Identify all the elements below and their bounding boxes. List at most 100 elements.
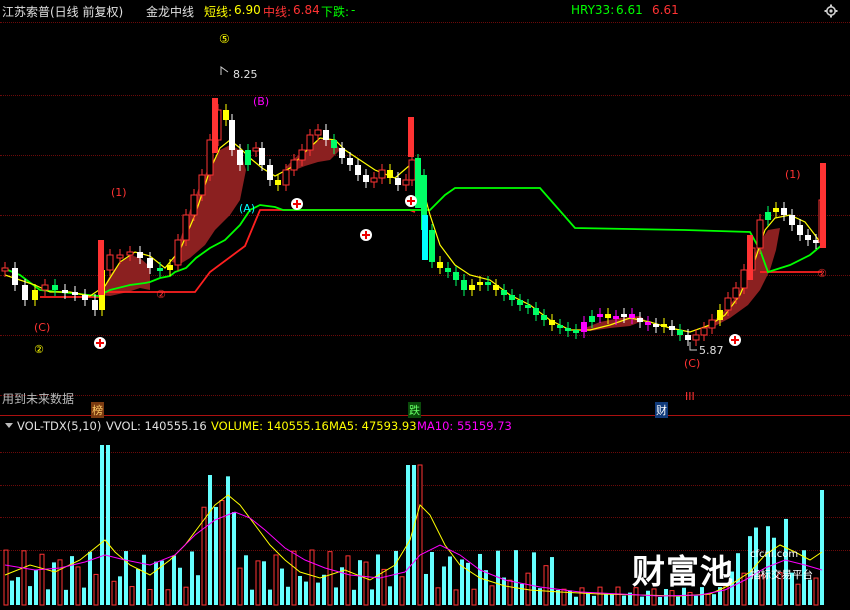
volume-bar (550, 557, 554, 605)
volume-bar (255, 560, 261, 606)
volume-bar (430, 551, 434, 605)
price-chart[interactable] (0, 0, 850, 610)
wave2-right-label: ② (817, 267, 827, 280)
volume-indicator-name[interactable]: VOL-TDX(5,10) (17, 419, 101, 433)
candle-body (820, 163, 826, 248)
volume-bar (489, 585, 495, 606)
candle-body (82, 295, 88, 300)
volume-bar (615, 586, 621, 606)
candle-body (525, 305, 531, 308)
volume-bar (232, 512, 236, 605)
tag-die[interactable]: 跌 (408, 402, 421, 418)
candle-body (298, 149, 306, 161)
watermark-brand: 财富池 (632, 552, 734, 591)
candle-body (245, 150, 251, 165)
candle-body (52, 285, 58, 290)
tag-bang[interactable]: 榜 (91, 402, 104, 418)
volume-bar (604, 594, 608, 605)
volume-bar (352, 589, 356, 605)
candle-body (469, 285, 475, 290)
volume-bar (622, 595, 626, 605)
candle-body (363, 175, 369, 182)
candle-body (805, 235, 811, 240)
future-data-warning: 用到未来数据 (2, 392, 75, 406)
volume-bar (291, 550, 297, 606)
candle-body (732, 287, 740, 299)
candle-body (477, 282, 483, 285)
wave1-right-label: (1) (785, 168, 801, 181)
candle-body (395, 178, 401, 185)
volume-bar (453, 589, 459, 606)
candle-body (147, 258, 153, 268)
candle-body (645, 322, 651, 325)
volume-bar (322, 574, 326, 605)
plus-marker (291, 198, 303, 210)
candle-body (541, 315, 547, 320)
high-price-label: 8.25 (233, 68, 258, 81)
wave2-mid-label: ② (156, 288, 166, 301)
candle-body (708, 319, 716, 329)
candle-body (314, 129, 322, 136)
volume-bar (561, 588, 567, 606)
volume-bar (262, 561, 266, 605)
volume-bar (363, 561, 369, 606)
volume-bar (64, 589, 68, 605)
wave2-left-label: ② (34, 343, 44, 356)
volume-bar (394, 550, 398, 605)
volume-bar (597, 586, 603, 606)
vvol-value: VVOL: 140555.16 (106, 419, 207, 433)
candle-body (237, 150, 243, 165)
volume-bar (147, 589, 153, 606)
candle-body (493, 285, 499, 290)
candle-body (797, 225, 803, 235)
candle-body (355, 165, 361, 175)
candle-body (453, 272, 459, 280)
volume-bar (532, 552, 536, 605)
volume-bar (16, 577, 20, 605)
volume-bar (172, 555, 176, 605)
watermark-subtitle: 指标交易平台 (750, 569, 813, 581)
volume-bar (520, 583, 524, 605)
volume-bar (502, 577, 506, 605)
volume-bar (412, 465, 416, 605)
volume-bar (442, 566, 446, 605)
candle-body (747, 235, 753, 280)
volume-bar (334, 587, 338, 605)
wave-c-left-label: (C) (34, 321, 51, 334)
volume-bar (28, 586, 32, 605)
volume-bar (376, 554, 380, 605)
ribbon-area (100, 138, 780, 331)
candle-body (557, 325, 563, 328)
candle-body (756, 219, 764, 249)
wave5-label: ⑤ (219, 32, 230, 46)
volume-bar (345, 555, 351, 606)
wave-a-label: (A) (239, 202, 256, 215)
candle-body (605, 314, 611, 318)
candle-body (259, 148, 265, 165)
volume-bar (304, 581, 308, 605)
volume-bar (309, 549, 315, 606)
wave1-left-label: (1) (111, 186, 127, 199)
volume-bar (273, 554, 279, 606)
volume-bar (178, 567, 182, 605)
volume-bar (327, 551, 333, 606)
volume-bar (136, 568, 140, 605)
volume-bar (448, 556, 452, 605)
chevron-down-icon[interactable] (4, 421, 14, 431)
candle-body (323, 130, 329, 140)
volume-bar (196, 575, 200, 605)
volume-bar (705, 593, 711, 606)
candle-body (12, 268, 18, 285)
candle-body (773, 208, 779, 212)
volume-value: VOLUME: 140555.16 (211, 419, 329, 433)
candle-body (813, 240, 819, 243)
candle-body (740, 269, 748, 289)
candle-body (72, 292, 78, 295)
candle-body (765, 212, 771, 220)
candle-body (402, 179, 410, 186)
wave-c-bottom-label: (C) (684, 357, 701, 370)
tag-cai[interactable]: 财 (655, 402, 668, 418)
candle-body (41, 284, 49, 291)
volume-bar (21, 550, 27, 606)
candle-body (509, 295, 515, 300)
